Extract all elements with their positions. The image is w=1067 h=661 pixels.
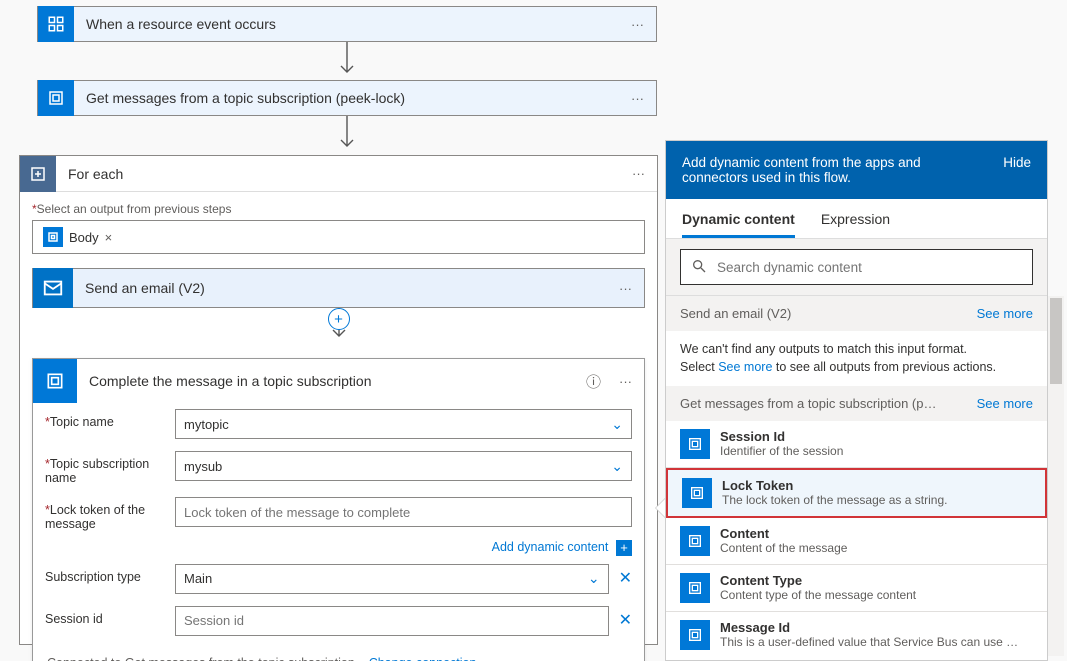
get-messages-more-button[interactable]: ···	[619, 91, 656, 106]
for-each-header[interactable]: For each ···	[20, 156, 657, 192]
servicebus-icon	[680, 429, 710, 459]
see-more-link[interactable]: See more	[977, 306, 1033, 321]
search-input[interactable]	[715, 259, 1022, 276]
tab-dynamic-content[interactable]: Dynamic content	[682, 211, 795, 238]
chevron-down-icon: ⌄	[611, 458, 623, 475]
add-dynamic-content-link[interactable]: Add dynamic content	[492, 540, 609, 554]
lock-token-label: *Lock token of the message	[45, 497, 175, 531]
session-id-input[interactable]	[175, 606, 609, 636]
chip-label: Body	[69, 230, 99, 245]
trigger-title: When a resource event occurs	[74, 16, 619, 32]
chip-remove-button[interactable]: ×	[105, 230, 113, 245]
tab-expression[interactable]: Expression	[821, 211, 890, 238]
get-messages-title: Get messages from a topic subscription (…	[74, 90, 619, 106]
dynamic-item-content-type[interactable]: Content Type Content type of the message…	[666, 565, 1047, 612]
search-icon	[691, 258, 707, 277]
add-dynamic-content-button[interactable]: +	[616, 540, 632, 556]
dynamic-item-content[interactable]: Content Content of the message	[666, 518, 1047, 565]
lock-token-input[interactable]	[175, 497, 632, 527]
servicebus-icon	[680, 526, 710, 556]
connection-info: Connected to Get messages from the topic…	[33, 642, 644, 661]
outlook-icon	[33, 268, 73, 308]
group-header-send-email: Send an email (V2) See more	[666, 296, 1047, 331]
dynamic-item-message-id[interactable]: Message Id This is a user-defined value …	[666, 612, 1047, 656]
servicebus-icon	[43, 227, 63, 247]
subscription-type-label: Subscription type	[45, 564, 175, 584]
for-each-title: For each	[56, 166, 620, 182]
send-email-title: Send an email (V2)	[73, 280, 607, 296]
complete-message-header[interactable]: Complete the message in a topic subscrip…	[33, 359, 644, 403]
hide-panel-button[interactable]: Hide	[1003, 155, 1031, 185]
for-each-container: For each ··· *Select an output from prev…	[19, 155, 658, 645]
complete-message-title: Complete the message in a topic subscrip…	[77, 373, 580, 389]
insert-step-button[interactable]: +	[328, 308, 350, 330]
get-messages-card[interactable]: Get messages from a topic subscription (…	[37, 80, 657, 116]
panel-scrollbar-thumb[interactable]	[1050, 298, 1062, 384]
chevron-down-icon: ⌄	[611, 416, 623, 433]
clear-session-id-button[interactable]: ✕	[619, 606, 632, 636]
complete-more-button[interactable]: ···	[607, 374, 644, 389]
subscription-name-label: *Topic subscription name	[45, 451, 175, 485]
chevron-down-icon: ⌄	[588, 570, 600, 587]
dynamic-item-lock-token[interactable]: Lock Token The lock token of the message…	[666, 468, 1047, 518]
topic-name-select[interactable]: mytopic ⌄	[175, 409, 632, 439]
subscription-name-select[interactable]: mysub ⌄	[175, 451, 632, 481]
body-token-chip[interactable]: Body ×	[39, 225, 116, 249]
servicebus-icon	[680, 620, 710, 650]
change-connection-link[interactable]: Change connection.	[369, 656, 480, 661]
info-icon[interactable]: ⓘ	[580, 371, 607, 392]
search-box[interactable]	[680, 249, 1033, 285]
no-outputs-note: We can't find any outputs to match this …	[666, 331, 1047, 386]
trigger-card[interactable]: When a resource event occurs ···	[37, 6, 657, 42]
panel-tabs: Dynamic content Expression	[666, 199, 1047, 238]
panel-header: Add dynamic content from the apps and co…	[666, 141, 1047, 199]
complete-message-card: Complete the message in a topic subscrip…	[32, 358, 645, 661]
send-email-card[interactable]: Send an email (V2) ···	[32, 268, 645, 308]
trigger-more-button[interactable]: ···	[619, 17, 656, 32]
topic-name-label: *Topic name	[45, 409, 175, 429]
servicebus-icon	[33, 359, 77, 403]
send-email-more-button[interactable]: ···	[607, 281, 644, 296]
for-each-more-button[interactable]: ···	[620, 166, 657, 181]
output-label: *Select an output from previous steps	[32, 202, 657, 216]
eventgrid-icon	[38, 6, 74, 42]
servicebus-icon	[38, 80, 74, 116]
dynamic-content-panel: Add dynamic content from the apps and co…	[665, 140, 1048, 661]
loop-icon	[20, 156, 56, 192]
arrow-connector	[337, 42, 357, 82]
arrow-connector	[337, 116, 357, 156]
panel-scroll-area: Send an email (V2) See more We can't fin…	[666, 296, 1047, 656]
session-id-label: Session id	[45, 606, 175, 626]
dynamic-item-session-id[interactable]: Session Id Identifier of the session	[666, 421, 1047, 468]
servicebus-icon	[682, 478, 712, 508]
panel-scrollbar-track[interactable]	[1048, 296, 1064, 656]
subscription-type-select[interactable]: Main ⌄	[175, 564, 609, 594]
servicebus-icon	[680, 573, 710, 603]
clear-subscription-type-button[interactable]: ✕	[619, 564, 632, 594]
group-header-get-messages: Get messages from a topic subscription (…	[666, 386, 1047, 421]
output-token-input[interactable]: Body ×	[32, 220, 645, 254]
see-more-link[interactable]: See more	[977, 396, 1033, 411]
see-more-inline-link[interactable]: See more	[718, 360, 772, 374]
